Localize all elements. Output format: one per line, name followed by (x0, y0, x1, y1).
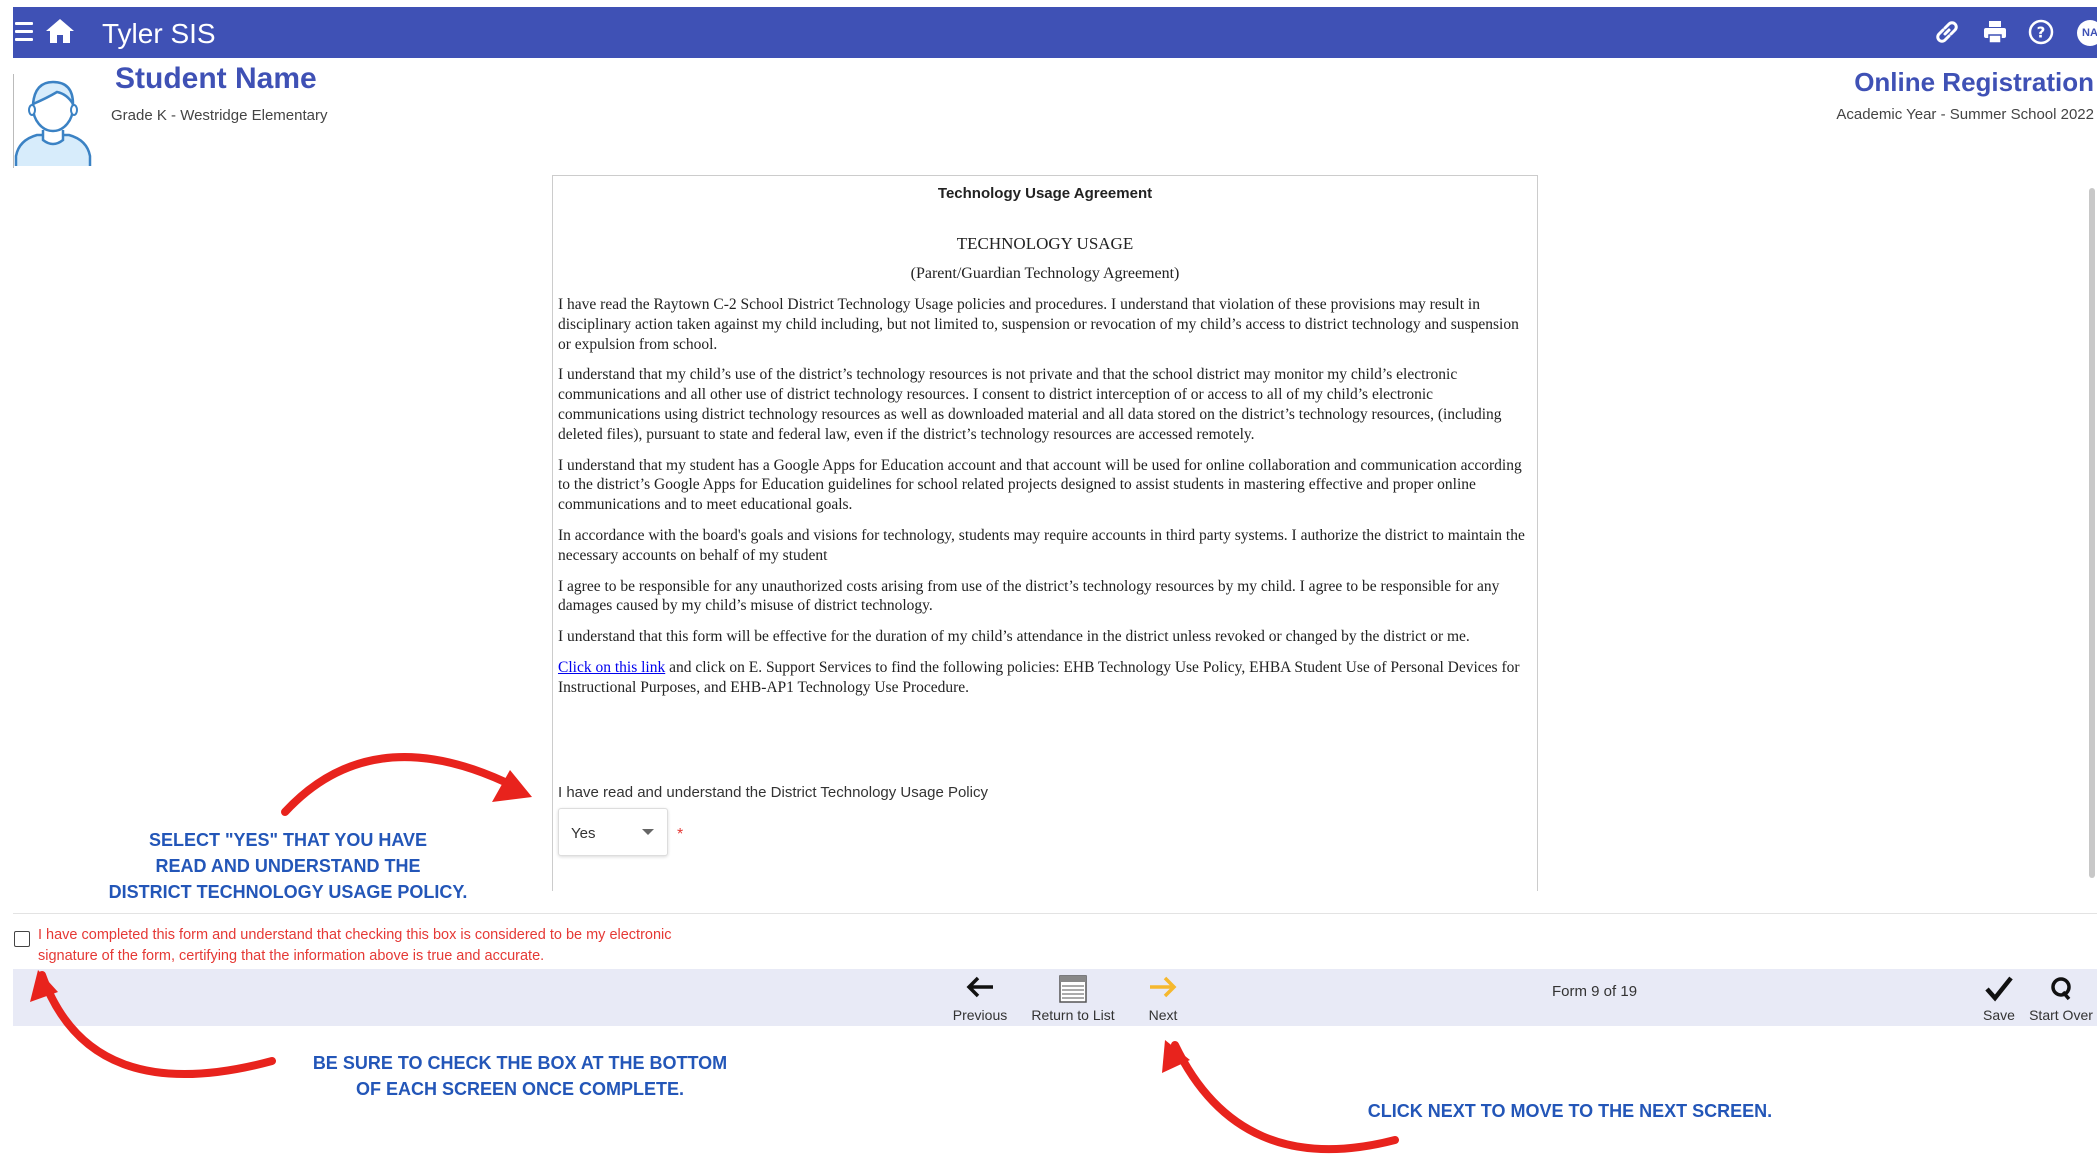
save-button[interactable]: Save (1977, 969, 2021, 1026)
arrowhead (1162, 1040, 1190, 1073)
policy-answer-select[interactable]: Yes (558, 808, 668, 856)
checkmark-icon (1977, 975, 2021, 1003)
chevron-down-icon (642, 829, 654, 835)
document-scrollbar[interactable] (2086, 178, 2097, 888)
previous-button[interactable]: Previous (940, 969, 1020, 1026)
help-icon[interactable]: ? (2027, 18, 2055, 51)
start-over-label: Start Over (2029, 1007, 2093, 1023)
annotation-click-next: CLICK NEXT TO MOVE TO THE NEXT SCREEN. (1367, 1101, 1773, 1121)
annotation-line: DISTRICT TECHNOLOGY USAGE POLICY. (108, 882, 468, 902)
document-body: I have read the Raytown C-2 School Distr… (558, 295, 1528, 709)
user-avatar[interactable]: NA (2077, 20, 2097, 46)
next-button[interactable]: Next (1135, 969, 1191, 1026)
svg-text:?: ? (2037, 24, 2046, 42)
document-header: Technology Usage Agreement (937, 185, 1153, 202)
arrow-right-icon (1135, 975, 1191, 999)
paragraph: I understand that this form will be effe… (558, 628, 1470, 646)
paragraph: I understand that my student has a Googl… (558, 456, 1522, 514)
arrow-left-icon (940, 975, 1020, 999)
student-name: Student Name (115, 62, 317, 95)
policy-question-label: I have read and understand the District … (558, 784, 988, 801)
menu-icon[interactable] (15, 22, 33, 42)
restart-icon (2025, 975, 2097, 1003)
signature-checkbox[interactable] (14, 931, 30, 947)
divider (13, 913, 2097, 914)
annotation-line: BE SURE TO CHECK THE BOX AT THE BOTTOM (312, 1053, 728, 1073)
annotation-select-yes: SELECT "YES" THAT YOU HAVE READ AND UNDE… (98, 827, 478, 905)
required-marker: * (677, 826, 684, 843)
annotation-line: OF EACH SCREEN ONCE COMPLETE. (355, 1079, 685, 1099)
registration-title: Online Registration (1854, 67, 2094, 97)
return-to-list-label: Return to List (1031, 1007, 1115, 1023)
document-subtitle: (Parent/Guardian Technology Agreement) (910, 265, 1180, 282)
student-grade-school: Grade K - Westridge Elementary (111, 107, 328, 124)
student-avatar-icon (13, 74, 93, 171)
scrollbar-thumb[interactable] (2089, 188, 2095, 878)
home-icon[interactable] (44, 17, 76, 50)
form-navigation-bar: Previous Return to List Next Save Start … (13, 969, 2097, 1026)
next-label: Next (1148, 1007, 1178, 1023)
document-title: TECHNOLOGY USAGE (956, 234, 1134, 253)
previous-label: Previous (952, 1007, 1008, 1023)
policy-link-rest: and click on E. Support Services to find… (558, 658, 1520, 696)
arrowhead (492, 770, 532, 802)
paragraph: I understand that my child’s use of the … (558, 366, 1502, 443)
start-over-button[interactable]: Start Over (2025, 969, 2097, 1026)
annotation-line: SELECT "YES" THAT YOU HAVE (148, 830, 428, 850)
policy-link[interactable]: Click on this link (558, 659, 665, 676)
paragraph: I agree to be responsible for any unauth… (558, 577, 1500, 615)
link-icon[interactable] (1933, 18, 1961, 51)
arrow-to-select (281, 753, 509, 816)
return-to-list-button[interactable]: Return to List (1021, 969, 1125, 1026)
annotation-check-box: BE SURE TO CHECK THE BOX AT THE BOTTOM O… (295, 1050, 745, 1102)
policy-link-paragraph: Click on this link and click on E. Suppo… (558, 658, 1528, 698)
list-icon (1021, 975, 1125, 1003)
agreement-document: Technology Usage Agreement TECHNOLOGY US… (552, 175, 1538, 891)
registration-subtitle: Academic Year - Summer School 2022 (1836, 106, 2094, 123)
app-title: Tyler SIS (102, 18, 216, 49)
print-icon[interactable] (1981, 18, 2009, 51)
save-label: Save (1983, 1007, 2015, 1023)
paragraph: I have read the Raytown C-2 School Distr… (558, 296, 1519, 353)
signature-statement: I have completed this form and understan… (38, 927, 672, 964)
form-counter: Form 9 of 19 (1552, 983, 1638, 1000)
paragraph: In accordance with the board's goals and… (558, 526, 1525, 564)
annotation-line: READ AND UNDERSTAND THE (155, 856, 421, 876)
top-app-bar: Tyler SIS ? NA (13, 7, 2097, 58)
select-value: Yes (571, 825, 596, 842)
